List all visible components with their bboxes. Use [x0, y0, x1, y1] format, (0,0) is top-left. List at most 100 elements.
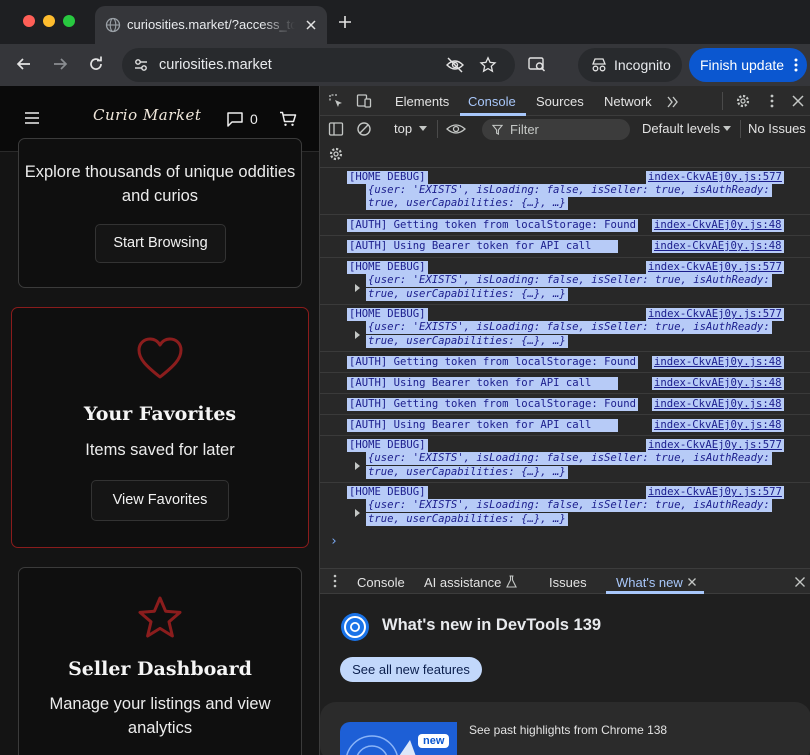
- console-message[interactable]: [AUTH] Using Bearer token for API call i…: [320, 235, 810, 257]
- log-source-link[interactable]: index-CkvAEj0y.js:577: [646, 171, 784, 184]
- inspect-element-icon[interactable]: [328, 93, 344, 109]
- browser-tab[interactable]: curiosities.market/?access_to: [95, 6, 327, 44]
- log-source-link[interactable]: index-CkvAEj0y.js:48: [652, 419, 784, 432]
- log-object: true, userCapabilities: {…}, …}: [366, 513, 568, 526]
- device-toolbar-icon[interactable]: [356, 93, 372, 109]
- bookmark-star-icon[interactable]: [479, 56, 497, 74]
- console-message[interactable]: [AUTH] Using Bearer token for API call i…: [320, 372, 810, 393]
- incognito-label: Incognito: [614, 57, 671, 73]
- forward-arrow-icon[interactable]: [50, 54, 70, 74]
- log-source-link[interactable]: index-CkvAEj0y.js:577: [646, 486, 784, 499]
- hamburger-menu-icon[interactable]: [24, 111, 40, 125]
- tab-console[interactable]: Console: [468, 94, 516, 109]
- log-object: true, userCapabilities: {…}, …}: [366, 466, 568, 479]
- log-source-link[interactable]: index-CkvAEj0y.js:48: [652, 377, 784, 390]
- site-info-icon[interactable]: [132, 56, 150, 74]
- console-filter-input[interactable]: Filter: [482, 119, 630, 140]
- context-dropdown-icon[interactable]: [418, 123, 428, 133]
- tab-elements[interactable]: Elements: [395, 94, 449, 109]
- close-window-button[interactable]: [23, 15, 35, 27]
- clear-console-icon[interactable]: [356, 121, 372, 137]
- log-object: true, userCapabilities: {…}, …}: [366, 197, 568, 210]
- devtools-menu-icon[interactable]: [764, 93, 780, 109]
- see-all-features-button[interactable]: See all new features: [340, 657, 482, 682]
- minimize-window-button[interactable]: [43, 15, 55, 27]
- browse-card: Explore thousands of unique oddities and…: [18, 138, 302, 288]
- log-source-link[interactable]: index-CkvAEj0y.js:48: [652, 240, 784, 253]
- console-message[interactable]: [HOME DEBUG] index-CkvAEj0y.js:577 {user…: [320, 168, 810, 214]
- site-logo[interactable]: Curio Market: [93, 106, 201, 124]
- more-vertical-icon[interactable]: [789, 57, 803, 73]
- close-tab-icon[interactable]: [303, 17, 319, 33]
- close-tab-icon[interactable]: [687, 577, 697, 587]
- settings-gear-icon[interactable]: [735, 93, 751, 109]
- issues-count[interactable]: No Issues: [748, 121, 806, 136]
- eye-off-icon[interactable]: [445, 56, 465, 74]
- console-settings-gear-icon[interactable]: [328, 146, 344, 162]
- close-devtools-icon[interactable]: [790, 93, 806, 109]
- log-text: [AUTH] Using Bearer token for API call: [347, 377, 619, 390]
- reload-icon[interactable]: [86, 54, 106, 74]
- new-tab-icon[interactable]: [336, 13, 354, 31]
- drawer-tab-ai-assistance[interactable]: AI assistance: [424, 575, 501, 590]
- log-source-link[interactable]: index-CkvAEj0y.js:48: [652, 356, 784, 369]
- drawer-tab-whats-new[interactable]: What's new: [616, 575, 683, 590]
- log-object: {user: 'EXISTS', isLoading: false, isSel…: [366, 274, 772, 287]
- console-prompt-chevron-icon[interactable]: ›: [330, 534, 338, 549]
- drawer-tabbar: Console AI assistance Issues What's new: [320, 568, 810, 594]
- seller-dashboard-title: Seller Dashboard: [68, 658, 252, 680]
- view-favorites-button[interactable]: View Favorites: [91, 480, 229, 521]
- console-message[interactable]: [AUTH] Using Bearer token for API call i…: [320, 414, 810, 435]
- tab-network[interactable]: Network: [604, 94, 652, 109]
- finish-update-button[interactable]: Finish update: [689, 48, 807, 82]
- tab-sources[interactable]: Sources: [536, 94, 584, 109]
- past-highlights-text: See past highlights from Chrome 138: [469, 723, 668, 737]
- log-source-link[interactable]: index-CkvAEj0y.js:48: [652, 398, 784, 411]
- message-icon[interactable]: [226, 111, 244, 127]
- close-drawer-icon[interactable]: [794, 576, 806, 588]
- past-highlights-card[interactable]: new See past highlights from Chrome 138: [320, 702, 810, 755]
- log-object: true, userCapabilities: {…}, …}: [366, 335, 568, 348]
- expand-triangle-icon[interactable]: [355, 509, 360, 517]
- expand-triangle-icon[interactable]: [355, 284, 360, 292]
- back-arrow-icon[interactable]: [14, 54, 34, 74]
- sidebar-toggle-icon[interactable]: [328, 121, 344, 137]
- seller-dashboard-card[interactable]: Seller Dashboard Manage your listings an…: [18, 567, 302, 755]
- favorites-card[interactable]: Your Favorites Items saved for later Vie…: [11, 307, 309, 548]
- drawer-tab-issues[interactable]: Issues: [549, 575, 587, 590]
- console-message[interactable]: [HOME DEBUG] index-CkvAEj0y.js:577 {user…: [320, 304, 810, 351]
- issues-divider: [740, 120, 741, 138]
- start-browsing-button[interactable]: Start Browsing: [95, 224, 226, 263]
- levels-dropdown-icon[interactable]: [722, 123, 732, 133]
- incognito-indicator[interactable]: Incognito: [578, 48, 682, 82]
- log-text: [AUTH] Getting token from localStorage: …: [347, 219, 639, 232]
- address-bar[interactable]: curiosities.market: [122, 48, 515, 82]
- drawer-menu-icon[interactable]: [330, 574, 340, 588]
- context-selector[interactable]: top: [394, 121, 412, 136]
- toolbar-divider: [722, 92, 723, 110]
- more-tabs-chevron-icon[interactable]: [665, 94, 681, 110]
- expand-triangle-icon[interactable]: [355, 462, 360, 470]
- console-message[interactable]: [AUTH] Getting token from localStorage: …: [320, 351, 810, 372]
- tab-search-icon[interactable]: [527, 54, 547, 74]
- console-message[interactable]: [HOME DEBUG] index-CkvAEj0y.js:577 {user…: [320, 257, 810, 304]
- console-message[interactable]: [AUTH] Getting token from localStorage: …: [320, 214, 810, 235]
- log-levels-dropdown[interactable]: Default levels: [642, 121, 720, 136]
- log-source-link[interactable]: index-CkvAEj0y.js:48: [652, 219, 784, 232]
- window-titlebar: curiosities.market/?access_to: [0, 0, 810, 44]
- console-message[interactable]: [AUTH] Getting token from localStorage: …: [320, 393, 810, 414]
- live-expression-eye-icon[interactable]: [446, 121, 466, 137]
- expand-triangle-icon[interactable]: [355, 331, 360, 339]
- zoom-window-button[interactable]: [63, 15, 75, 27]
- log-source-link[interactable]: index-CkvAEj0y.js:577: [646, 261, 784, 274]
- filter-funnel-icon: [492, 124, 503, 135]
- console-message[interactable]: [HOME DEBUG] index-CkvAEj0y.js:577 {user…: [320, 435, 810, 482]
- cart-icon[interactable]: [279, 111, 297, 127]
- drawer-tab-console[interactable]: Console: [357, 575, 405, 590]
- heart-icon: [137, 337, 183, 379]
- log-text: [AUTH] Getting token from localStorage: …: [347, 398, 639, 411]
- log-source-link[interactable]: index-CkvAEj0y.js:577: [646, 308, 784, 321]
- console-message[interactable]: [HOME DEBUG] index-CkvAEj0y.js:577 {user…: [320, 482, 810, 529]
- finish-update-label: Finish update: [700, 57, 785, 73]
- log-source-link[interactable]: index-CkvAEj0y.js:577: [646, 439, 784, 452]
